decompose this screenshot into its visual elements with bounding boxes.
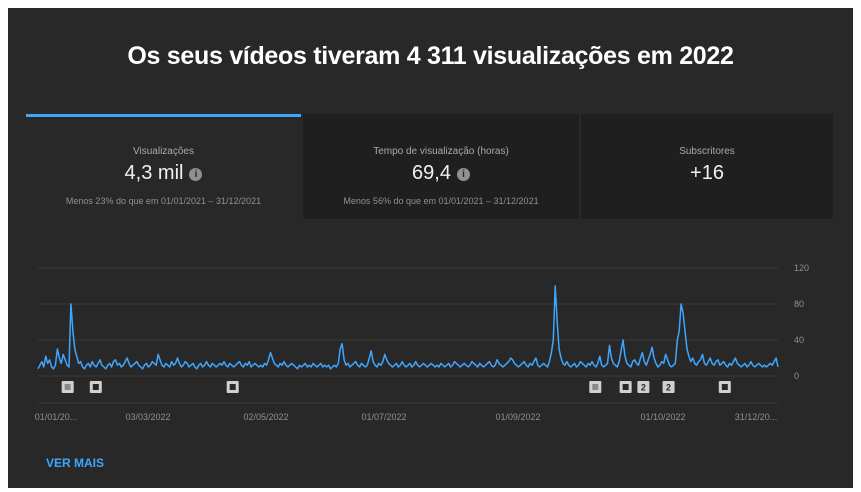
video-marker-inner: [721, 384, 728, 390]
views-series-line: [37, 285, 779, 370]
x-tick-label: 03/03/2022: [125, 412, 170, 422]
video-marker-inner: [622, 384, 629, 390]
views-line-chart: 120 80 40 0 2 2 01/01/20... 03/03/2022 02/05/202…: [35, 263, 809, 422]
x-tick-label: 01/10/2022: [640, 412, 685, 422]
y-tick-label: 0: [794, 371, 799, 381]
y-tick-label: 120: [794, 263, 809, 273]
video-marker-inner: [64, 384, 71, 390]
x-tick-label: 01/01/20...: [35, 412, 78, 422]
x-tick-label: 31/12/20...: [735, 412, 778, 422]
video-marker-inner: [592, 384, 599, 390]
x-tick-label: 01/07/2022: [361, 412, 406, 422]
y-tick-label: 40: [794, 335, 804, 345]
video-marker-inner: [92, 384, 99, 390]
video-marker-count: 2: [641, 383, 646, 393]
x-tick-label: 01/09/2022: [495, 412, 540, 422]
see-more-link[interactable]: VER MAIS: [46, 456, 104, 470]
x-tick-label: 02/05/2022: [243, 412, 288, 422]
analytics-card: Os seus vídeos tiveram 4 311 visualizaçõ…: [8, 8, 853, 488]
video-marker-inner: [229, 384, 236, 390]
y-tick-label: 80: [794, 299, 804, 309]
video-marker-count: 2: [666, 383, 671, 393]
